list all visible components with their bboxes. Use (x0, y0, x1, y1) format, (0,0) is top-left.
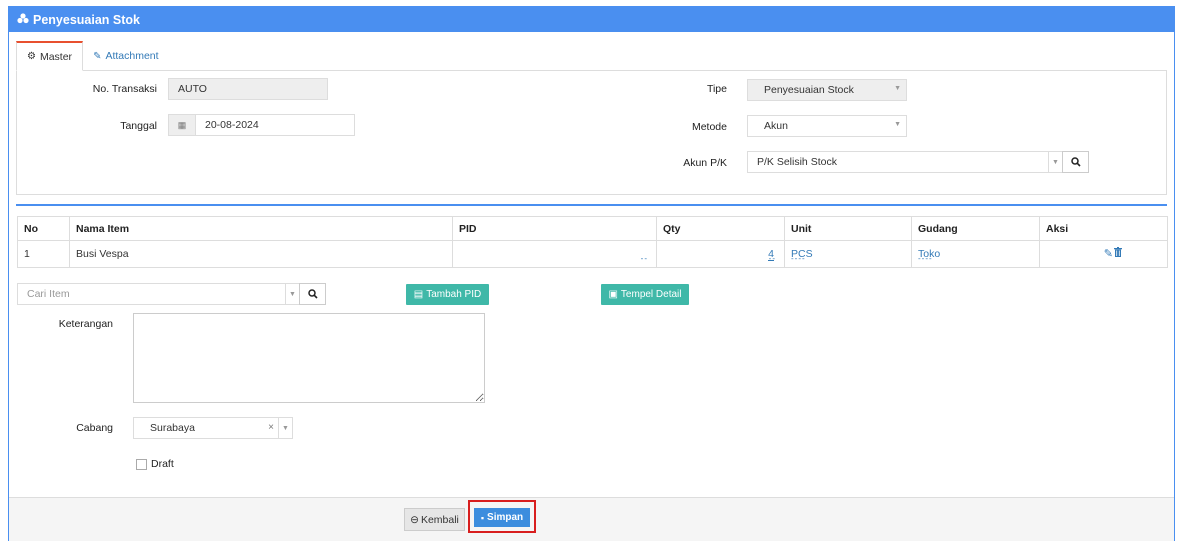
tab-master[interactable]: ⚙ Master (16, 41, 84, 71)
no-transaksi-field: AUTO (168, 78, 328, 100)
akun-select[interactable]: P/K Selisih Stock ▼ (747, 151, 1063, 173)
tanggal-value: 20-08-2024 (205, 119, 259, 131)
section-divider (16, 204, 1167, 206)
row-no: 1 (17, 240, 70, 268)
cabang-value: Surabaya (150, 422, 195, 434)
metode-label: Metode (691, 121, 727, 133)
kembali-button[interactable]: ⊖ Kembali (404, 508, 465, 531)
search-icon (1070, 157, 1081, 167)
cari-item-select[interactable]: Cari Item ▼ (17, 283, 300, 305)
cari-item-placeholder: Cari Item (27, 288, 70, 300)
metode-value: Akun (764, 120, 788, 132)
chevron-down-icon: ▼ (285, 284, 299, 304)
chevron-down-icon: ▼ (278, 418, 292, 438)
row-unit-cell: PCS ---- (784, 240, 912, 268)
akun-search-button[interactable] (1062, 151, 1089, 173)
tab-attachment-label: Attachment (105, 50, 159, 62)
row-gudang-cell: Toko ---- (911, 240, 1040, 268)
col-gudang: Gudang (911, 216, 1040, 241)
keterangan-label: Keterangan (58, 318, 113, 330)
no-transaksi-value: AUTO (178, 83, 207, 95)
col-pid: PID (452, 216, 657, 241)
row-unit-sub: ---- (791, 254, 806, 263)
chevron-down-icon: ▼ (1048, 152, 1062, 172)
back-arrow-icon: ⊖ (410, 513, 419, 526)
tanggal-input[interactable]: 20-08-2024 (195, 114, 355, 136)
tab-attachment[interactable]: ✎ Attachment (83, 41, 169, 71)
gears-icon: ⚙ (27, 51, 36, 62)
tambah-pid-button[interactable]: ▤ Tambah PID (406, 284, 489, 305)
edit-icon[interactable]: ✎ (1104, 247, 1113, 260)
col-nama-item: Nama Item (69, 216, 453, 241)
adjustment-panel: Penyesuaian Stok ⚙ Master ✎ Attachment N… (8, 6, 1175, 541)
simpan-button[interactable]: ▪ Simpan (474, 508, 530, 527)
draft-label: Draft (151, 458, 174, 470)
row-qty-cell: 4 -- (656, 240, 785, 268)
tambah-pid-label: Tambah PID (426, 289, 482, 300)
cabang-label: Cabang (76, 422, 113, 434)
kembali-label: Kembali (420, 513, 459, 526)
row-pid[interactable]: -- (641, 254, 648, 263)
chevron-down-icon: ▼ (894, 85, 901, 92)
cari-item-search-button[interactable] (299, 283, 326, 305)
tipe-value: Penyesuaian Stock (764, 84, 854, 96)
cabang-select[interactable]: Surabaya × ▼ (133, 417, 293, 439)
cubes-icon (17, 12, 29, 27)
calendar-icon[interactable]: ▦ (168, 114, 196, 136)
trash-icon[interactable] (1114, 247, 1122, 260)
row-qty-sub: -- (768, 254, 776, 263)
tempel-detail-button[interactable]: ▣ Tempel Detail (601, 284, 689, 305)
col-qty: Qty (656, 216, 785, 241)
save-icon: ▪ (480, 512, 485, 523)
simpan-label: Simpan (487, 512, 524, 523)
row-nama: Busi Vespa (69, 240, 453, 268)
row-pid-cell: -- (452, 240, 657, 268)
master-form: No. Transaksi AUTO Tanggal ▦ 20-08-2024 … (16, 70, 1167, 195)
paperclip-icon: ✎ (93, 50, 102, 62)
akun-label: Akun P/K (683, 157, 727, 169)
table-row: 1 Busi Vespa -- 4 -- PCS ---- Toko ---- (17, 240, 1168, 268)
tab-bar: ⚙ Master ✎ Attachment (16, 41, 169, 71)
table-header-row: No Nama Item PID Qty Unit Gudang Aksi (17, 216, 1168, 241)
row-gudang-sub: ---- (918, 254, 933, 263)
metode-select[interactable]: Akun ▼ (747, 115, 907, 137)
chevron-down-icon: ▼ (894, 121, 901, 128)
col-unit: Unit (784, 216, 912, 241)
draft-checkbox[interactable] (136, 459, 147, 470)
items-table: No Nama Item PID Qty Unit Gudang Aksi 1 … (17, 216, 1168, 268)
keterangan-textarea[interactable] (133, 313, 485, 403)
tab-master-label: Master (39, 50, 73, 63)
barcode-icon: ▤ (413, 289, 424, 300)
tipe-select[interactable]: Penyesuaian Stock ▼ (747, 79, 907, 101)
clear-icon[interactable]: × (268, 422, 274, 433)
search-icon (307, 289, 318, 299)
col-aksi: Aksi (1039, 216, 1168, 241)
no-transaksi-label: No. Transaksi (92, 83, 157, 95)
col-no: No (17, 216, 70, 241)
simpan-highlight: ▪ Simpan (468, 500, 536, 533)
panel-header: Penyesuaian Stok (9, 7, 1174, 32)
tanggal-label: Tanggal (120, 120, 157, 132)
tempel-detail-label: Tempel Detail (620, 289, 682, 300)
paste-icon: ▣ (608, 289, 618, 300)
form-footer: ⊖ Kembali ▪ Simpan (9, 497, 1174, 541)
tipe-label: Tipe (706, 83, 727, 95)
panel-title: Penyesuaian Stok (33, 12, 140, 27)
row-aksi-cell: ✎ (1039, 240, 1168, 268)
akun-value: P/K Selisih Stock (757, 156, 837, 168)
